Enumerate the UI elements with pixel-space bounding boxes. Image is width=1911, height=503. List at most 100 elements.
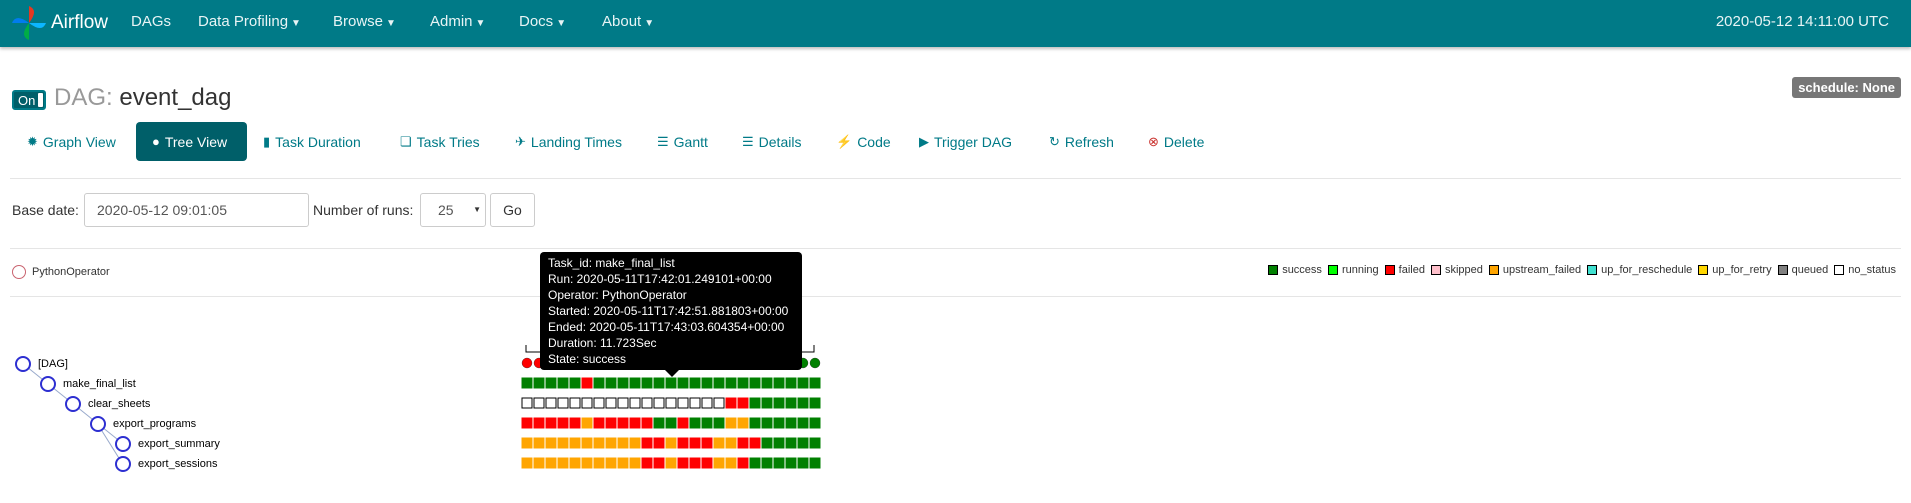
task-instance-square[interactable]: [749, 397, 761, 409]
task-instance-square[interactable]: [773, 457, 785, 469]
task-instance-square[interactable]: [557, 417, 569, 429]
task-instance-square[interactable]: [737, 397, 749, 409]
task-instance-square[interactable]: [785, 437, 797, 449]
task-instance-square[interactable]: [581, 437, 593, 449]
task-instance-square[interactable]: [749, 377, 761, 389]
task-instance-square[interactable]: [737, 417, 749, 429]
task-instance-square[interactable]: [773, 437, 785, 449]
task-instance-square[interactable]: [641, 397, 653, 409]
task-instance-square[interactable]: [629, 377, 641, 389]
task-instance-square[interactable]: [701, 437, 713, 449]
task-instance-square[interactable]: [521, 377, 533, 389]
task-instance-square[interactable]: [557, 377, 569, 389]
task-instance-square[interactable]: [641, 377, 653, 389]
task-instance-square[interactable]: [689, 437, 701, 449]
task-instance-square[interactable]: [593, 457, 605, 469]
task-instance-square[interactable]: [725, 457, 737, 469]
task-instance-square[interactable]: [797, 417, 809, 429]
task-instance-square[interactable]: [809, 437, 821, 449]
task-instance-square[interactable]: [617, 457, 629, 469]
task-instance-square[interactable]: [617, 397, 629, 409]
task-instance-square[interactable]: [689, 417, 701, 429]
task-instance-square[interactable]: [689, 457, 701, 469]
task-instance-square[interactable]: [641, 457, 653, 469]
task-instance-square[interactable]: [785, 457, 797, 469]
task-instance-square[interactable]: [713, 397, 725, 409]
task-instance-square[interactable]: [533, 397, 545, 409]
task-instance-square[interactable]: [617, 377, 629, 389]
task-instance-square[interactable]: [617, 437, 629, 449]
task-instance-square[interactable]: [785, 397, 797, 409]
task-instance-square[interactable]: [521, 437, 533, 449]
task-instance-square[interactable]: [701, 457, 713, 469]
task-instance-square[interactable]: [677, 417, 689, 429]
task-instance-square[interactable]: [665, 457, 677, 469]
task-instance-square[interactable]: [617, 417, 629, 429]
task-instance-square[interactable]: [809, 457, 821, 469]
task-instance-square[interactable]: [653, 397, 665, 409]
task-instance-square[interactable]: [581, 457, 593, 469]
task-instance-square[interactable]: [593, 437, 605, 449]
task-instance-square[interactable]: [581, 377, 593, 389]
task-instance-square[interactable]: [785, 417, 797, 429]
task-instance-square[interactable]: [605, 457, 617, 469]
task-instance-square[interactable]: [761, 377, 773, 389]
task-instance-square[interactable]: [797, 437, 809, 449]
task-instance-square[interactable]: [665, 417, 677, 429]
task-instance-square[interactable]: [749, 437, 761, 449]
task-instance-square[interactable]: [641, 417, 653, 429]
task-instance-square[interactable]: [773, 417, 785, 429]
task-instance-square[interactable]: [761, 417, 773, 429]
task-instance-square[interactable]: [581, 417, 593, 429]
task-instance-square[interactable]: [569, 377, 581, 389]
task-instance-square[interactable]: [533, 457, 545, 469]
task-instance-square[interactable]: [725, 437, 737, 449]
task-instance-square[interactable]: [701, 377, 713, 389]
task-instance-square[interactable]: [677, 457, 689, 469]
task-instance-square[interactable]: [725, 417, 737, 429]
task-instance-square[interactable]: [665, 377, 677, 389]
task-instance-square[interactable]: [569, 417, 581, 429]
task-instance-square[interactable]: [689, 377, 701, 389]
task-instance-square[interactable]: [713, 417, 725, 429]
task-instance-square[interactable]: [809, 377, 821, 389]
task-instance-square[interactable]: [629, 457, 641, 469]
task-instance-square[interactable]: [545, 377, 557, 389]
task-instance-square[interactable]: [809, 417, 821, 429]
task-instance-square[interactable]: [737, 457, 749, 469]
task-instance-square[interactable]: [557, 437, 569, 449]
task-instance-square[interactable]: [533, 417, 545, 429]
task-instance-square[interactable]: [605, 397, 617, 409]
task-instance-square[interactable]: [737, 377, 749, 389]
task-instance-square[interactable]: [809, 397, 821, 409]
task-instance-square[interactable]: [653, 457, 665, 469]
task-instance-square[interactable]: [629, 417, 641, 429]
task-instance-square[interactable]: [749, 417, 761, 429]
task-instance-square[interactable]: [629, 397, 641, 409]
task-instance-square[interactable]: [761, 397, 773, 409]
task-instance-square[interactable]: [557, 397, 569, 409]
task-instance-square[interactable]: [521, 397, 533, 409]
task-instance-square[interactable]: [569, 437, 581, 449]
task-instance-square[interactable]: [605, 437, 617, 449]
task-instance-square[interactable]: [605, 377, 617, 389]
task-instance-square[interactable]: [545, 417, 557, 429]
task-instance-square[interactable]: [773, 377, 785, 389]
task-instance-square[interactable]: [701, 417, 713, 429]
task-instance-square[interactable]: [725, 397, 737, 409]
task-instance-square[interactable]: [533, 437, 545, 449]
task-instance-square[interactable]: [713, 437, 725, 449]
task-instance-square[interactable]: [713, 457, 725, 469]
task-instance-square[interactable]: [653, 437, 665, 449]
dag-run-circle[interactable]: [521, 357, 533, 369]
task-instance-square[interactable]: [701, 397, 713, 409]
task-instance-square[interactable]: [521, 417, 533, 429]
task-instance-square[interactable]: [545, 437, 557, 449]
task-instance-square[interactable]: [569, 397, 581, 409]
task-instance-square[interactable]: [797, 397, 809, 409]
task-instance-square[interactable]: [665, 397, 677, 409]
task-instance-square[interactable]: [605, 417, 617, 429]
task-instance-square[interactable]: [569, 457, 581, 469]
task-instance-square[interactable]: [689, 397, 701, 409]
task-instance-square[interactable]: [797, 457, 809, 469]
